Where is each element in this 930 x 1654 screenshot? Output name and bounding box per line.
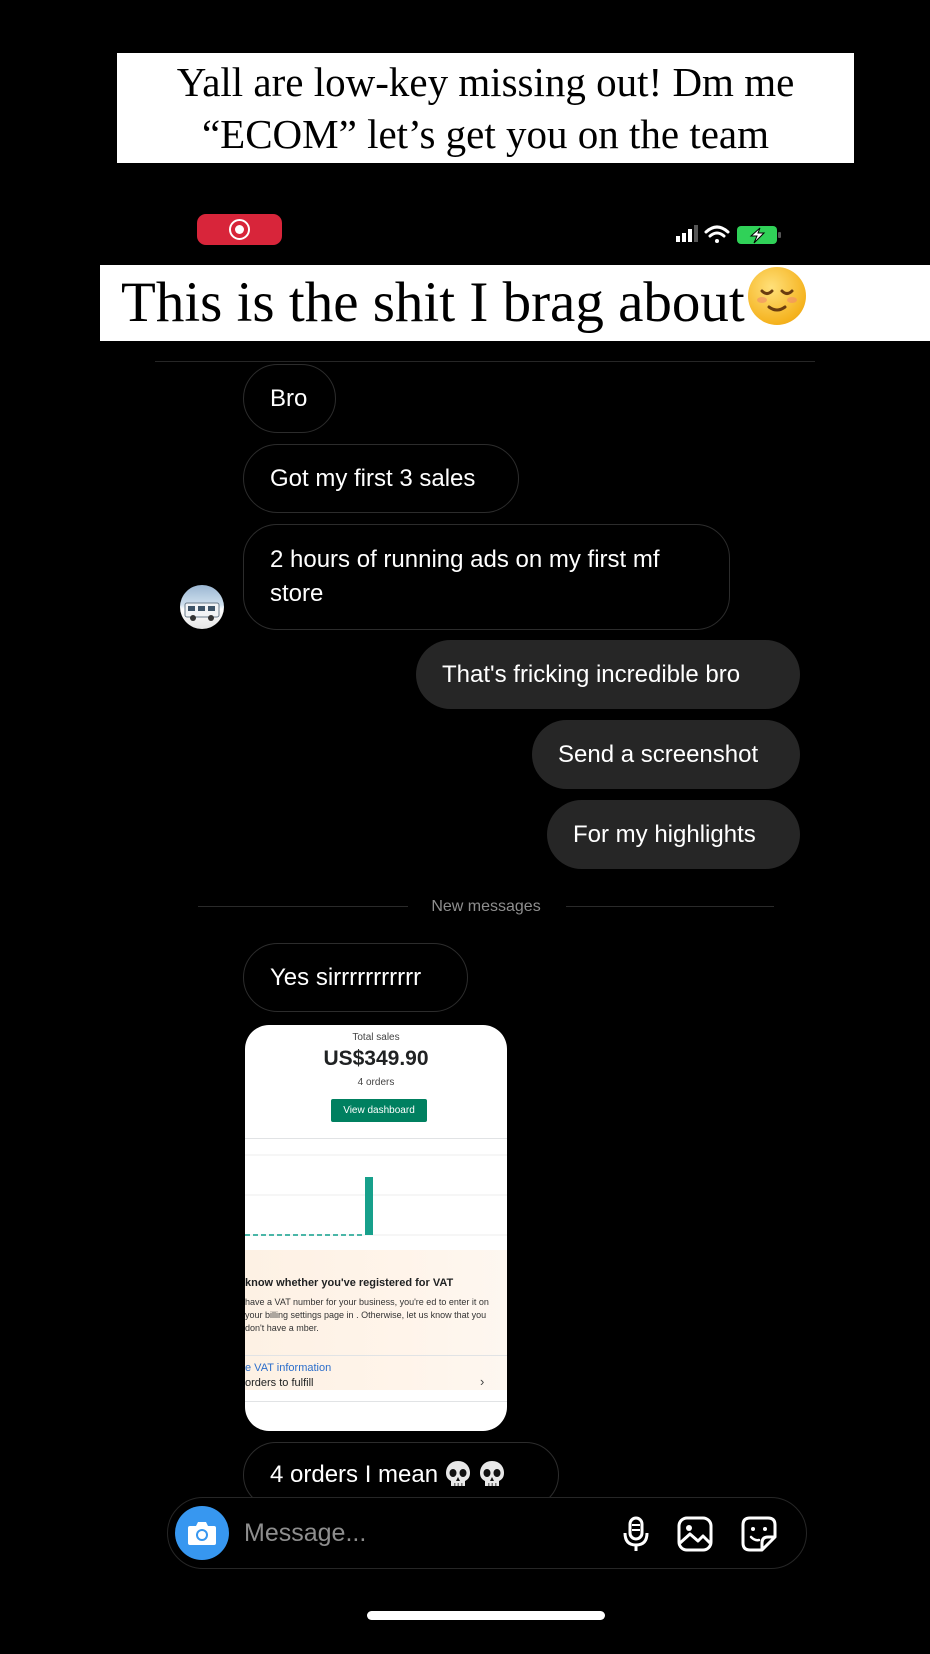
message-bubble-incoming[interactable]: Bro	[243, 364, 336, 433]
header-divider	[155, 361, 815, 362]
message-input[interactable]	[244, 1516, 544, 1550]
total-sales-amount: US$349.90	[323, 1047, 429, 1070]
message-bubble-incoming[interactable]: 2 hours of running ads on my first mf st…	[243, 524, 730, 630]
signal-icon	[676, 225, 698, 242]
message-bubble-outgoing[interactable]: Send a screenshot	[532, 720, 800, 789]
message-bubble-outgoing[interactable]: For my highlights	[547, 800, 800, 869]
message-bubble-incoming[interactable]: Got my first 3 sales	[243, 444, 519, 513]
skull-emoji	[480, 1461, 505, 1486]
orders-to-fulfill: orders to fulfill	[245, 1377, 314, 1389]
record-icon	[229, 219, 250, 240]
caption-mid: This is the shit I brag about	[100, 265, 930, 341]
status-bar-icons	[676, 225, 781, 244]
avatar-image	[184, 602, 220, 621]
caption-top-line-1: Yall are low-key missing out! Dm me	[176, 59, 795, 105]
message-text: For my highlights	[573, 820, 756, 848]
view-dashboard-button: View dashboard	[331, 1099, 427, 1122]
orders-count: 4 orders	[357, 1077, 395, 1088]
home-indicator[interactable]	[367, 1611, 605, 1620]
caption-top: Yall are low-key missing out! Dm me “ECO…	[117, 53, 854, 163]
vat-title: know whether you've registered for VAT	[245, 1277, 454, 1289]
avatar[interactable]	[180, 585, 224, 629]
sales-mini-chart: 4 am 8 am 12 pm 4 pm 8 pm	[245, 1154, 507, 1257]
mic-icon[interactable]	[617, 1515, 655, 1553]
skull-emoji	[446, 1461, 471, 1486]
message-text: Yes sirrrrrrrrrrr	[270, 963, 422, 991]
vat-notice: know whether you've registered for VAT h…	[245, 1250, 507, 1390]
vat-body: have a VAT number for your business, you…	[245, 1297, 489, 1333]
total-sales-label: Total sales	[352, 1032, 400, 1043]
battery-icon	[737, 226, 781, 244]
camera-icon	[188, 1522, 216, 1545]
vat-link: e VAT information	[245, 1362, 332, 1374]
gallery-icon[interactable]	[676, 1515, 714, 1553]
message-text: That's fricking incredible bro	[442, 660, 741, 688]
divider	[245, 1401, 507, 1402]
message-text: Got my first 3 sales	[270, 464, 476, 492]
chart-bar	[365, 1177, 373, 1235]
new-messages-divider: New messages	[198, 895, 774, 919]
chevron-right-icon: ›	[480, 1374, 485, 1389]
message-composer	[167, 1497, 807, 1569]
new-messages-label: New messages	[431, 898, 541, 915]
caption-top-line-2: “ECOM” let’s get you on the team	[201, 111, 770, 157]
wifi-icon	[704, 225, 730, 243]
message-bubble-outgoing[interactable]: That's fricking incredible bro	[416, 640, 800, 709]
screen-recording-indicator[interactable]	[197, 214, 282, 245]
message-text: Send a screenshot	[558, 740, 759, 768]
relieved-face-emoji	[747, 267, 806, 325]
shared-screenshot-image[interactable]: Total sales US$349.90 4 orders View dash…	[245, 1025, 507, 1431]
message-text: 2 hours of running ads on my first mf st…	[270, 546, 660, 607]
camera-button[interactable]	[175, 1506, 229, 1560]
sticker-icon[interactable]	[740, 1515, 778, 1553]
caption-mid-text: This is the shit I brag about	[121, 271, 745, 334]
message-text: Bro	[270, 384, 308, 412]
message-bubble-incoming[interactable]: Yes sirrrrrrrrrrr	[243, 943, 468, 1012]
message-text: 4 orders I mean	[270, 1461, 439, 1488]
divider	[245, 1355, 507, 1356]
